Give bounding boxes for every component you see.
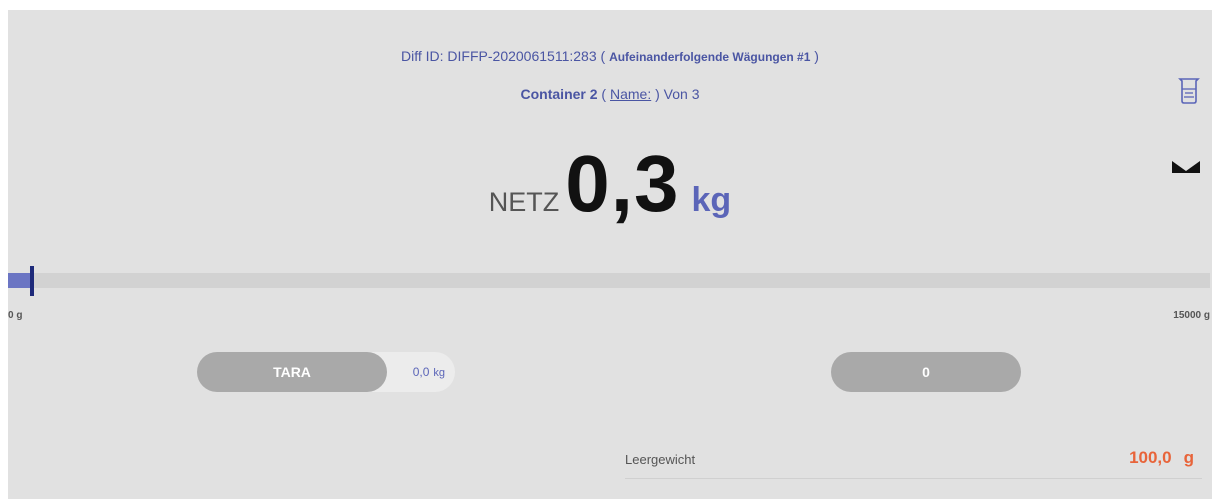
reading-mode: NETZ (488, 187, 560, 217)
diff-sub-open: ( (600, 48, 610, 64)
weight-progress-marker (30, 266, 34, 296)
diff-id-line: Diff ID: DIFFP-2020061511:283 ( Aufeinan… (8, 48, 1212, 64)
tara-group: 0,0 kg TARA (197, 352, 455, 392)
empty-weight-unit: g (1183, 448, 1194, 467)
reading-unit: kg (691, 181, 732, 219)
weighing-panel: Diff ID: DIFFP-2020061511:283 ( Aufeinan… (8, 10, 1212, 499)
container-label: Container 2 (520, 86, 598, 102)
container-line: Container 2 ( Name: ) Von 3 (8, 86, 1212, 102)
scale-max-label: 15000 g (1173, 310, 1210, 321)
name-close: ) Von 3 (651, 86, 700, 102)
beaker-icon[interactable] (1178, 78, 1200, 104)
weight-progress-fill (8, 273, 32, 288)
empty-weight-value: 100,0 (1129, 448, 1172, 467)
name-link[interactable]: Name: (610, 86, 651, 102)
empty-weight-label: Leergewicht (625, 452, 696, 467)
empty-weight-value-display: 100,0 g (1129, 448, 1194, 468)
tara-button[interactable]: TARA (197, 352, 387, 392)
tara-unit: kg (433, 367, 445, 379)
diff-id: Diff ID: DIFFP-2020061511:283 (401, 48, 597, 64)
reading-value: 0,3 (565, 139, 680, 228)
weight-progress-track (8, 273, 1210, 288)
scale-min-label: 0 g (8, 310, 23, 321)
weight-reading: NETZ 0,3 kg (8, 138, 1212, 248)
counter-button[interactable]: 0 (831, 352, 1021, 392)
name-open: ( (601, 86, 610, 102)
tara-value: 0,0 (412, 365, 430, 379)
diff-sub-close: ) (810, 48, 819, 64)
diff-sub-label: Aufeinanderfolgende Wägungen #1 (609, 50, 811, 64)
empty-weight-row: Leergewicht 100,0 g (625, 440, 1202, 479)
